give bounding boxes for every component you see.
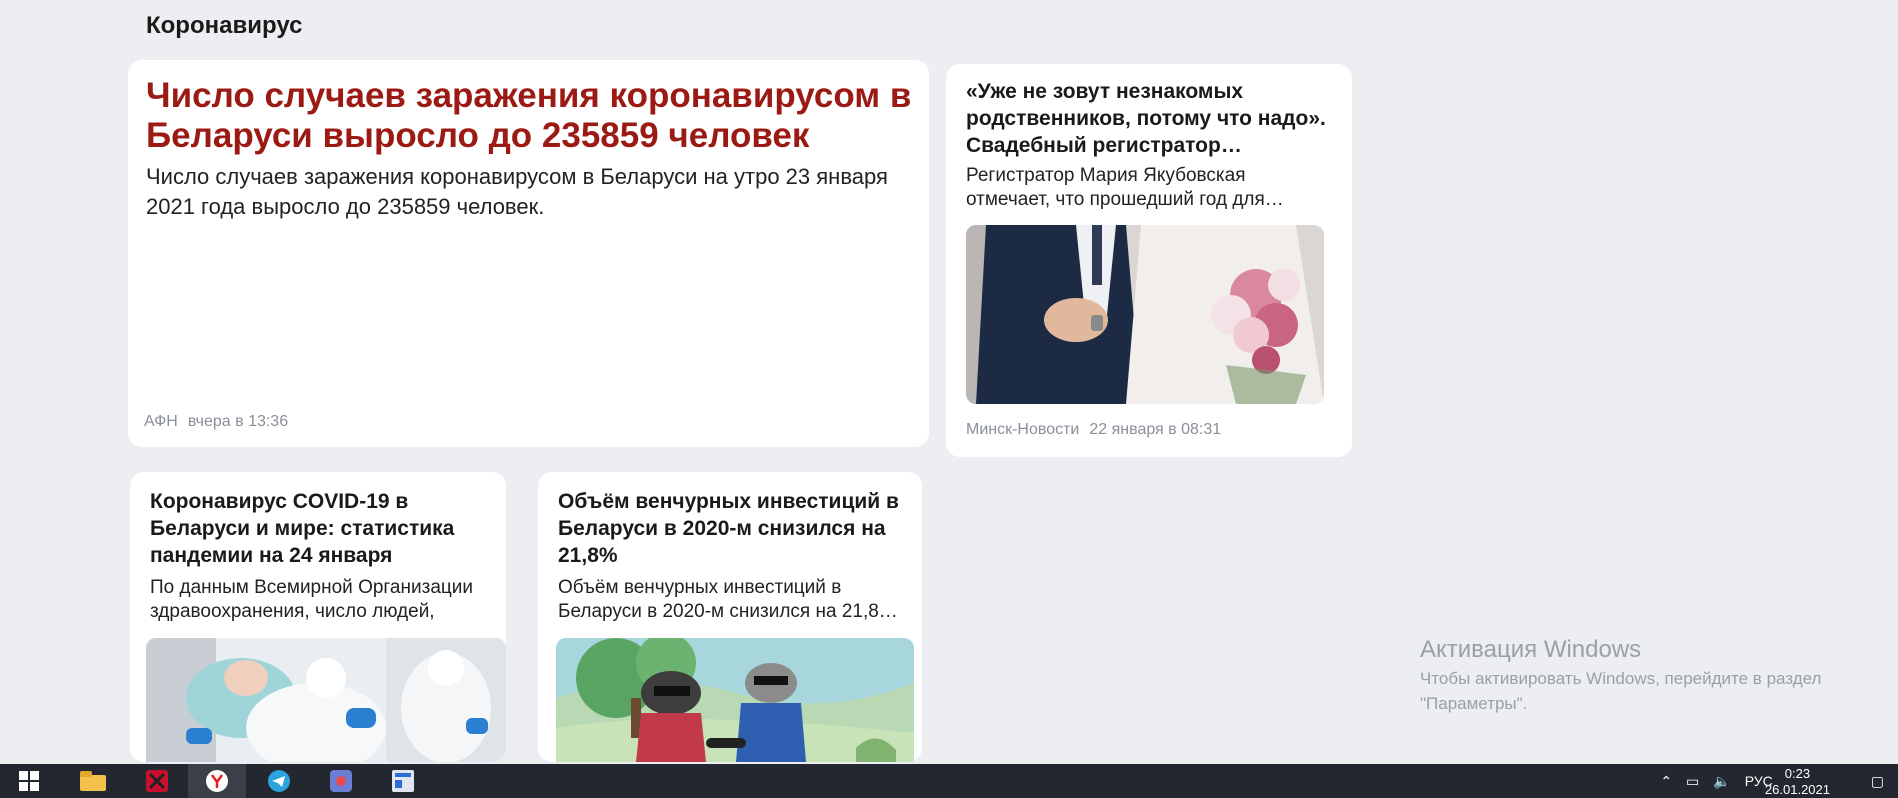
- watermark-text: Чтобы активировать Windows, перейдите в …: [1420, 669, 1822, 713]
- wedding-news-snippet: Регистратор Мария Якубовская отмечает, ч…: [966, 165, 1284, 210]
- source-name[interactable]: АФН: [144, 413, 178, 430]
- taskbar-clock[interactable]: 0:23 26.01.2021: [1765, 766, 1830, 798]
- main-news-source: АФН вчера в 13:36: [144, 413, 288, 431]
- clock-date: 26.01.2021: [1764, 782, 1830, 797]
- covid-stats-card[interactable]: Коронавирус COVID-19 в Беларуси и мире: …: [130, 472, 506, 762]
- app3-icon[interactable]: [374, 764, 432, 798]
- raccoons-illustration[interactable]: [556, 638, 914, 762]
- app-icon[interactable]: [128, 764, 186, 798]
- taskbar: ⌃ ▭ 🔈 РУС ▢ 0:23 26.01.2021: [0, 764, 1898, 798]
- wedding-photo-image: [966, 225, 1324, 404]
- raccoons-illustration-image: [556, 638, 914, 762]
- wedding-news-title[interactable]: «Уже не зовут незнакомых родственников, …: [966, 78, 1336, 159]
- wedding-photo[interactable]: [966, 225, 1324, 404]
- wedding-news-card[interactable]: «Уже не зовут незнакомых родственников, …: [946, 64, 1352, 457]
- network-icon[interactable]: ▭: [1686, 773, 1699, 790]
- start-icon[interactable]: [0, 764, 58, 798]
- yandex-browser-icon[interactable]: [188, 764, 246, 798]
- clock-time: 0:23: [1784, 766, 1811, 781]
- medical-staff-photo[interactable]: [146, 638, 506, 762]
- volume-icon[interactable]: 🔈: [1713, 773, 1730, 790]
- notifications-icon[interactable]: ▢: [1871, 773, 1884, 790]
- news-time: вчера в 13:36: [187, 413, 289, 430]
- explorer-icon[interactable]: [64, 764, 122, 798]
- section-title[interactable]: Коронавирус: [146, 12, 302, 40]
- covid-stats-snippet: По данным Всемирной Организации здравоох…: [150, 577, 473, 622]
- chevron-up-icon[interactable]: ⌃: [1660, 773, 1672, 790]
- news-time: 22 января в 08:31: [1089, 421, 1222, 438]
- venture-investment-title[interactable]: Объём венчурных инвестиций в Беларуси в …: [558, 488, 908, 569]
- venture-investment-card[interactable]: Объём венчурных инвестиций в Беларуси в …: [538, 472, 922, 762]
- watermark-title: Активация Windows: [1420, 636, 1642, 663]
- source-name[interactable]: Минск-Новости: [966, 421, 1079, 438]
- medical-staff-image: [146, 638, 506, 762]
- main-news-card[interactable]: Число случаев заражения коронавирусом в …: [128, 60, 929, 447]
- main-news-title[interactable]: Число случаев заражения коронавирусом в …: [146, 76, 916, 156]
- app2-icon[interactable]: [312, 764, 370, 798]
- telegram-icon[interactable]: [250, 764, 308, 798]
- venture-investment-snippet: Объём венчурных инвестиций в Беларуси в …: [558, 577, 898, 622]
- wedding-news-source: Минск-Новости 22 января в 08:31: [966, 421, 1221, 439]
- windows-activation-watermark: Активация Windows Чтобы активировать Win…: [1420, 636, 1860, 716]
- main-news-snippet: Число случаев заражения коронавирусом в …: [146, 164, 888, 219]
- covid-stats-title[interactable]: Коронавирус COVID-19 в Беларуси и мире: …: [150, 488, 500, 569]
